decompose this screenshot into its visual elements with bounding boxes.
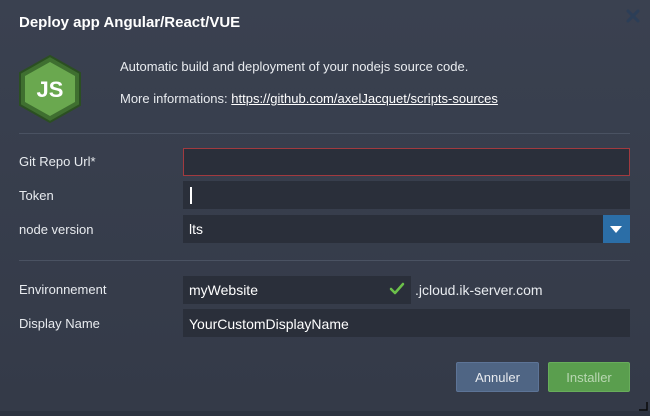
close-icon[interactable]	[623, 6, 643, 26]
description: Automatic build and deployment of your n…	[120, 59, 469, 74]
environment-label: Environnement	[19, 282, 107, 297]
resize-handle-icon[interactable]	[636, 398, 648, 416]
dialog-title: Deploy app Angular/React/VUE	[19, 14, 241, 31]
deploy-dialog: Deploy app Angular/React/VUE JS Automati…	[0, 0, 650, 411]
logo-text: JS	[37, 77, 64, 102]
info-line: More informations: https://github.com/ax…	[120, 91, 498, 106]
environment-domain: .jcloud.ik-server.com	[415, 282, 543, 298]
separator	[19, 133, 630, 134]
display-name-input[interactable]: YourCustomDisplayName	[183, 309, 630, 337]
node-version-select[interactable]: lts	[183, 215, 603, 243]
nodejs-logo: JS	[17, 54, 83, 124]
dropdown-button[interactable]	[603, 215, 630, 243]
text-caret	[190, 187, 192, 204]
git-repo-label: Git Repo Url*	[19, 154, 96, 169]
environment-input[interactable]: myWebsite	[183, 276, 411, 304]
node-version-label: node version	[19, 222, 94, 237]
info-prefix: More informations:	[120, 91, 232, 106]
check-icon	[389, 282, 405, 301]
chevron-down-icon	[610, 226, 622, 233]
token-input[interactable]	[183, 181, 630, 209]
display-name-label: Display Name	[19, 316, 100, 331]
token-label: Token	[19, 188, 54, 203]
cancel-button[interactable]: Annuler	[456, 362, 539, 392]
git-repo-input[interactable]	[183, 148, 630, 176]
install-button[interactable]: Installer	[548, 362, 630, 392]
github-link[interactable]: https://github.com/axelJacquet/scripts-s…	[231, 91, 498, 106]
separator	[19, 260, 630, 261]
